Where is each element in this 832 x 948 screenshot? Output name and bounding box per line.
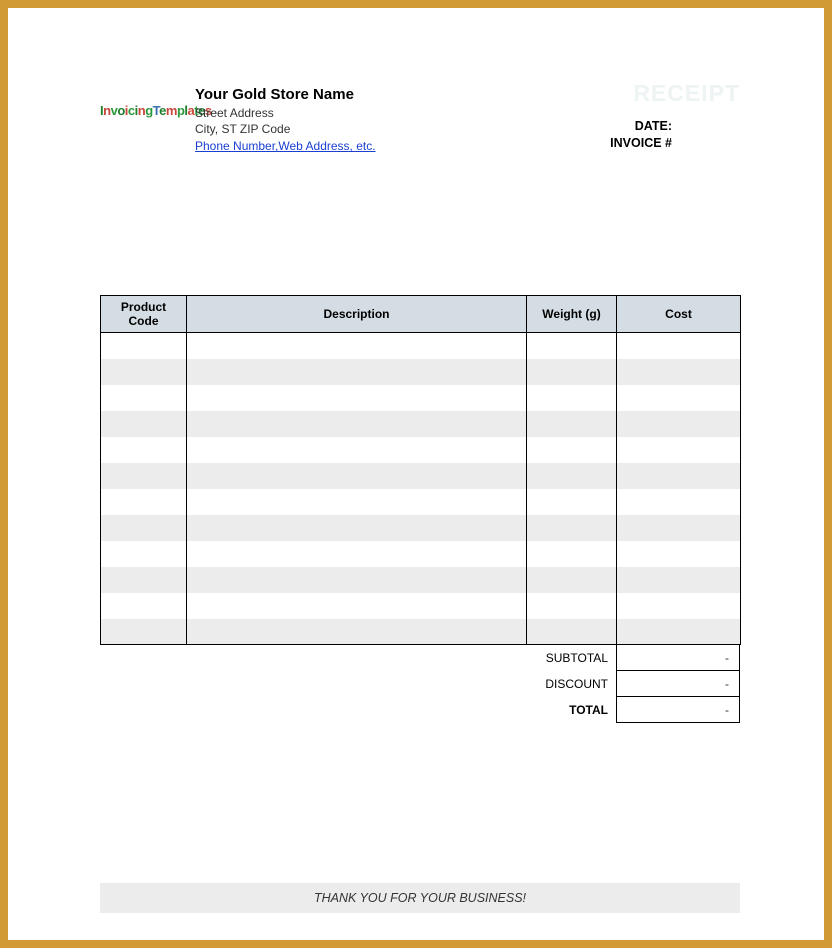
table-row bbox=[101, 385, 741, 411]
cell-description bbox=[187, 567, 527, 593]
cell-weight bbox=[527, 593, 617, 619]
discount-label: DISCOUNT bbox=[100, 677, 616, 691]
cell-description bbox=[187, 437, 527, 463]
table-row bbox=[101, 359, 741, 385]
invoicing-templates-logo: InvoicingTemplates bbox=[100, 104, 195, 117]
receipt-title: RECEIPT bbox=[633, 80, 740, 107]
logo-block: InvoicingTemplates bbox=[100, 86, 195, 117]
col-header-cost: Cost bbox=[617, 296, 741, 333]
subtotal-row: SUBTOTAL - bbox=[100, 645, 740, 671]
totals-block: SUBTOTAL - DISCOUNT - TOTAL - bbox=[100, 645, 740, 723]
cell-weight bbox=[527, 333, 617, 359]
cell-weight bbox=[527, 385, 617, 411]
cell-cost bbox=[617, 333, 741, 359]
date-label: DATE: bbox=[610, 118, 672, 135]
cell-weight bbox=[527, 437, 617, 463]
cell-code bbox=[101, 515, 187, 541]
thank-you-bar: THANK YOU FOR YOUR BUSINESS! bbox=[100, 883, 740, 913]
subtotal-value: - bbox=[616, 645, 740, 671]
cell-code bbox=[101, 541, 187, 567]
cell-weight bbox=[527, 489, 617, 515]
cell-cost bbox=[617, 411, 741, 437]
cell-weight bbox=[527, 359, 617, 385]
table-row bbox=[101, 489, 741, 515]
total-label: TOTAL bbox=[100, 703, 616, 717]
cell-description bbox=[187, 593, 527, 619]
cell-weight bbox=[527, 541, 617, 567]
cell-weight bbox=[527, 619, 617, 645]
cell-cost bbox=[617, 567, 741, 593]
cell-cost bbox=[617, 515, 741, 541]
cell-code bbox=[101, 437, 187, 463]
cell-description bbox=[187, 541, 527, 567]
cell-cost bbox=[617, 385, 741, 411]
cell-code bbox=[101, 567, 187, 593]
cell-weight bbox=[527, 567, 617, 593]
cell-code bbox=[101, 619, 187, 645]
cell-weight bbox=[527, 463, 617, 489]
cell-description bbox=[187, 385, 527, 411]
col-header-product-code: Product Code bbox=[101, 296, 187, 333]
discount-value: - bbox=[616, 671, 740, 697]
cell-code bbox=[101, 593, 187, 619]
table-row bbox=[101, 619, 741, 645]
subtotal-label: SUBTOTAL bbox=[100, 651, 616, 665]
invoice-number-label: INVOICE # bbox=[610, 135, 672, 152]
table-header-row: Product Code Description Weight (g) Cost bbox=[101, 296, 741, 333]
total-value: - bbox=[616, 697, 740, 723]
cell-code bbox=[101, 489, 187, 515]
cell-description bbox=[187, 489, 527, 515]
line-items-table-wrap: Product Code Description Weight (g) Cost… bbox=[100, 295, 740, 723]
cell-weight bbox=[527, 515, 617, 541]
line-items-table: Product Code Description Weight (g) Cost bbox=[100, 295, 741, 645]
table-row bbox=[101, 437, 741, 463]
cell-cost bbox=[617, 489, 741, 515]
cell-cost bbox=[617, 619, 741, 645]
cell-code bbox=[101, 359, 187, 385]
table-row bbox=[101, 463, 741, 489]
cell-cost bbox=[617, 593, 741, 619]
cell-description bbox=[187, 333, 527, 359]
table-row bbox=[101, 567, 741, 593]
discount-row: DISCOUNT - bbox=[100, 671, 740, 697]
cell-code bbox=[101, 333, 187, 359]
col-header-weight: Weight (g) bbox=[527, 296, 617, 333]
cell-description bbox=[187, 359, 527, 385]
invoice-page: RECEIPT DATE: INVOICE # InvoicingTemplat… bbox=[100, 86, 740, 913]
col-header-description: Description bbox=[187, 296, 527, 333]
cell-code bbox=[101, 385, 187, 411]
cell-code bbox=[101, 411, 187, 437]
cell-description bbox=[187, 619, 527, 645]
contact-link[interactable]: Phone Number,Web Address, etc. bbox=[195, 139, 376, 153]
cell-cost bbox=[617, 541, 741, 567]
cell-cost bbox=[617, 463, 741, 489]
cell-description bbox=[187, 411, 527, 437]
cell-cost bbox=[617, 359, 741, 385]
cell-code bbox=[101, 463, 187, 489]
cell-description bbox=[187, 463, 527, 489]
invoice-meta: DATE: INVOICE # bbox=[610, 118, 672, 152]
table-row bbox=[101, 541, 741, 567]
table-row bbox=[101, 515, 741, 541]
total-row: TOTAL - bbox=[100, 697, 740, 723]
table-row bbox=[101, 333, 741, 359]
cell-cost bbox=[617, 437, 741, 463]
cell-description bbox=[187, 515, 527, 541]
document-frame: RECEIPT DATE: INVOICE # InvoicingTemplat… bbox=[0, 0, 832, 948]
table-row bbox=[101, 593, 741, 619]
table-row bbox=[101, 411, 741, 437]
cell-weight bbox=[527, 411, 617, 437]
